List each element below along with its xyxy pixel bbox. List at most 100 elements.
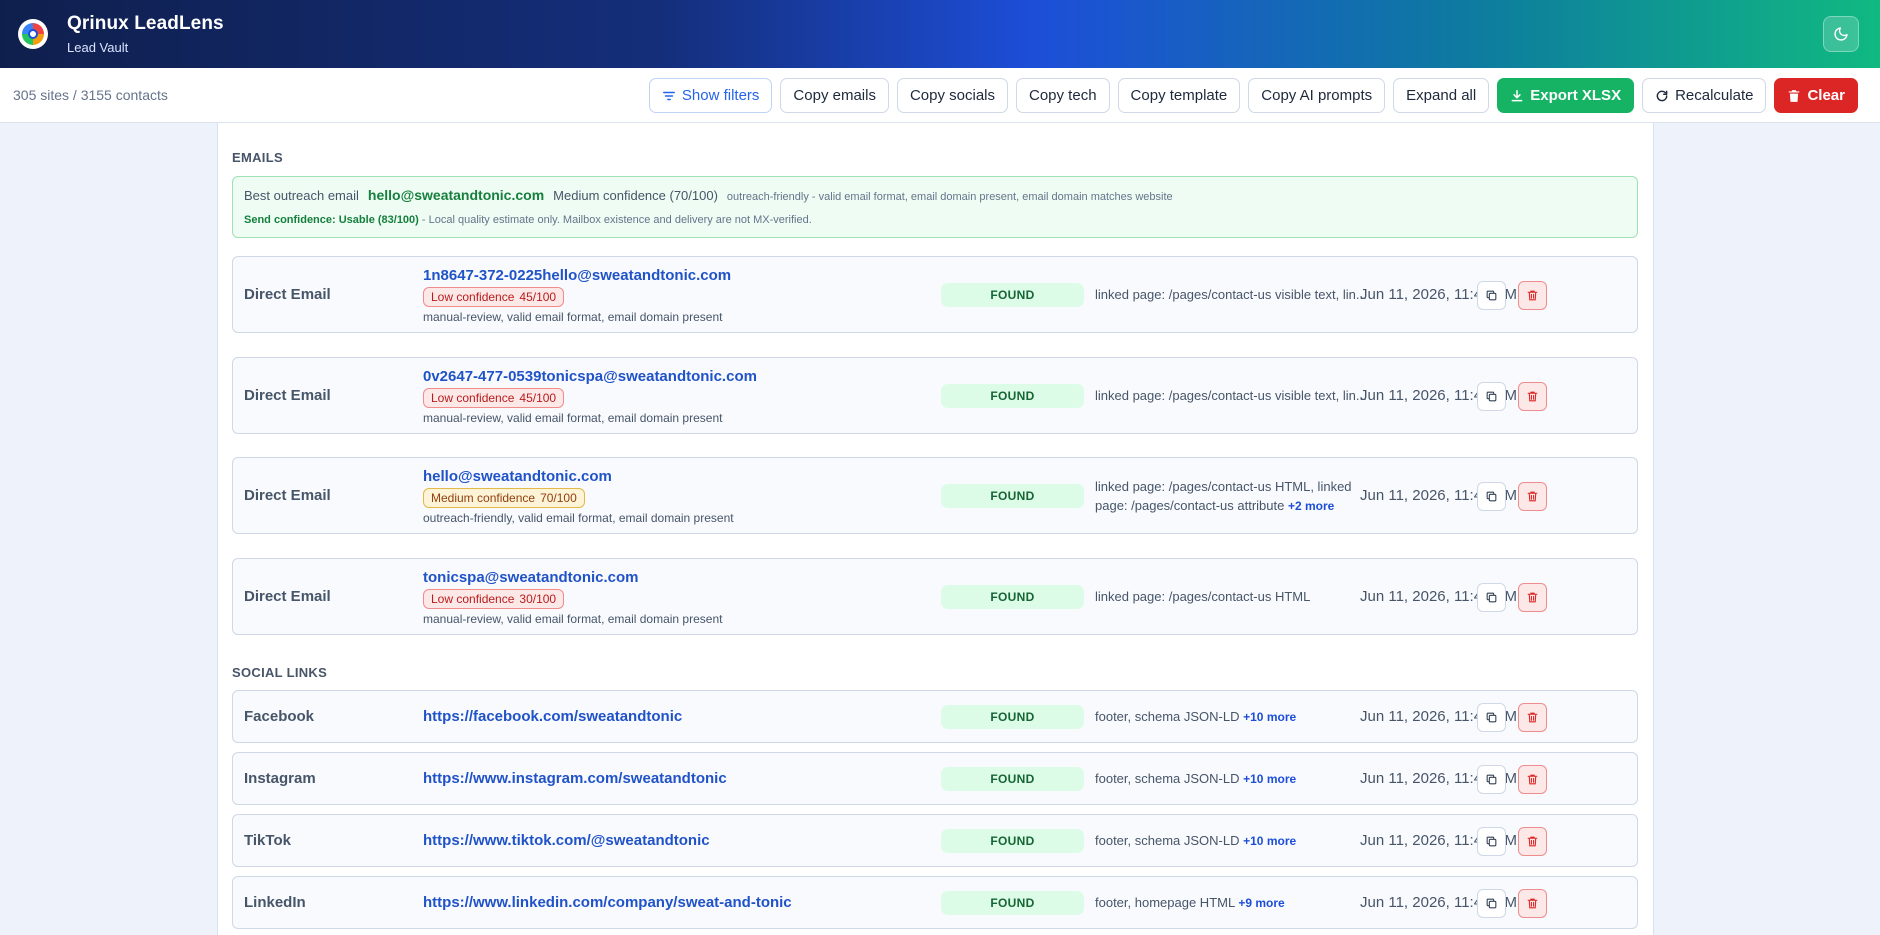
source-text: footer, schema JSON-LD +10 more xyxy=(1095,769,1367,789)
copy-icon xyxy=(1486,592,1497,603)
lead-detail-panel: EMAILS Best outreach email hello@sweatan… xyxy=(217,123,1654,935)
show-filters-button[interactable]: Show filters xyxy=(648,78,773,113)
export-xlsx-button[interactable]: Export XLSX xyxy=(1497,78,1635,113)
delete-button[interactable] xyxy=(1518,765,1547,794)
quality-reason: outreach-friendly, valid email format, e… xyxy=(423,511,734,525)
copy-icon xyxy=(1486,898,1497,909)
confidence-label: Low confidence xyxy=(431,592,515,606)
emails-section-title: EMAILS xyxy=(232,150,283,165)
confidence-badge: Medium confidence 70/100 xyxy=(423,488,585,508)
copy-tech-button[interactable]: Copy tech xyxy=(1016,78,1110,113)
source-detail: footer, schema JSON-LD xyxy=(1095,771,1240,786)
copy-button[interactable] xyxy=(1477,765,1506,794)
trash-icon xyxy=(1527,491,1538,502)
more-sources-link[interactable]: +10 more xyxy=(1243,772,1296,786)
status-badge: FOUND xyxy=(941,891,1084,915)
copy-ai-prompts-button[interactable]: Copy AI prompts xyxy=(1248,78,1386,113)
more-sources-link[interactable]: +2 more xyxy=(1288,499,1334,513)
copy-button[interactable] xyxy=(1477,482,1506,511)
contact-type: Instagram xyxy=(244,770,316,787)
quality-reason: manual-review, valid email format, email… xyxy=(423,612,723,626)
delete-button[interactable] xyxy=(1518,482,1547,511)
refresh-icon xyxy=(1656,90,1668,101)
trash-icon xyxy=(1527,290,1538,301)
copy-button[interactable] xyxy=(1477,382,1506,411)
confidence-label: Low confidence xyxy=(431,290,515,304)
source-detail: linked page: /pages/contact-us HTML xyxy=(1095,589,1311,604)
status-badge: FOUND xyxy=(941,705,1084,729)
copy-emails-button[interactable]: Copy emails xyxy=(780,78,889,113)
source-text: linked page: /pages/contact-us visible t… xyxy=(1095,285,1367,305)
recalculate-label: Recalculate xyxy=(1675,87,1754,104)
quality-reason: manual-review, valid email format, email… xyxy=(423,310,723,324)
social-link[interactable]: https://www.tiktok.com/@sweatandtonic xyxy=(423,832,710,849)
status-badge: FOUND xyxy=(941,767,1084,791)
social-link[interactable]: https://www.linkedin.com/company/sweat-a… xyxy=(423,894,792,911)
email-row: Direct Email hello@sweatandtonic.com Med… xyxy=(232,457,1638,534)
social-link[interactable]: https://www.instagram.com/sweatandtonic xyxy=(423,770,727,787)
status-badge: FOUND xyxy=(941,384,1084,408)
contact-type: TikTok xyxy=(244,832,291,849)
source-text: linked page: /pages/contact-us HTML xyxy=(1095,587,1367,607)
copy-button[interactable] xyxy=(1477,703,1506,732)
status-badge: FOUND xyxy=(941,484,1084,508)
social-row: TikTok https://www.tiktok.com/@sweatandt… xyxy=(232,814,1638,867)
delete-button[interactable] xyxy=(1518,583,1547,612)
social-link[interactable]: https://facebook.com/sweatandtonic xyxy=(423,708,682,725)
copy-icon xyxy=(1486,391,1497,402)
expand-all-button[interactable]: Expand all xyxy=(1393,78,1490,113)
confidence-badge: Low confidence 30/100 xyxy=(423,589,565,609)
app-header: Qrinux LeadLens Lead Vault xyxy=(0,0,1880,68)
delete-button[interactable] xyxy=(1518,827,1547,856)
copy-template-button[interactable]: Copy template xyxy=(1117,78,1241,113)
toolbar: 305 sites / 3155 contacts Show filters C… xyxy=(0,68,1880,123)
delete-button[interactable] xyxy=(1518,889,1547,918)
send-confidence: Send confidence: Usable (83/100) xyxy=(244,214,419,226)
delete-button[interactable] xyxy=(1518,281,1547,310)
email-row: Direct Email tonicspa@sweatandtonic.com … xyxy=(232,558,1638,635)
copy-button[interactable] xyxy=(1477,281,1506,310)
confidence-score: 30/100 xyxy=(519,592,557,606)
copy-button[interactable] xyxy=(1477,889,1506,918)
email-link[interactable]: hello@sweatandtonic.com xyxy=(423,468,612,485)
best-outreach-email[interactable]: hello@sweatandtonic.com xyxy=(368,187,544,203)
moon-icon xyxy=(1834,27,1848,41)
recalculate-button[interactable]: Recalculate xyxy=(1642,78,1767,113)
brand-name: Qrinux LeadLens xyxy=(67,13,224,34)
trash-icon xyxy=(1527,391,1538,402)
confidence-label: Low confidence xyxy=(431,391,515,405)
more-sources-link[interactable]: +10 more xyxy=(1243,710,1296,724)
send-confidence-note: - Local quality estimate only. Mailbox e… xyxy=(418,214,812,226)
source-text: linked page: /pages/contact-us visible t… xyxy=(1095,386,1367,406)
copy-icon xyxy=(1486,290,1497,301)
brand-subtitle: Lead Vault xyxy=(67,40,129,55)
source-detail: footer, schema JSON-LD xyxy=(1095,833,1240,848)
email-link[interactable]: 0v2647-477-0539tonicspa@sweatandtonic.co… xyxy=(423,368,757,385)
quality-reason: manual-review, valid email format, email… xyxy=(423,411,723,425)
more-sources-link[interactable]: +9 more xyxy=(1238,896,1284,910)
delete-button[interactable] xyxy=(1518,382,1547,411)
copy-socials-button[interactable]: Copy socials xyxy=(896,78,1008,113)
confidence-badge: Low confidence 45/100 xyxy=(423,388,565,408)
clear-button[interactable]: Clear xyxy=(1774,78,1858,113)
theme-toggle-button[interactable] xyxy=(1823,16,1859,52)
confidence-badge: Low confidence 45/100 xyxy=(423,287,565,307)
trash-icon xyxy=(1789,89,1800,102)
best-outreach-label: Best outreach email xyxy=(244,188,359,203)
more-sources-link[interactable]: +10 more xyxy=(1243,834,1296,848)
trash-icon xyxy=(1527,898,1538,909)
contact-type: Direct Email xyxy=(244,487,331,504)
copy-button[interactable] xyxy=(1477,827,1506,856)
source-detail: footer, homepage HTML xyxy=(1095,895,1235,910)
best-outreach-box: Best outreach email hello@sweatandtonic.… xyxy=(232,176,1638,238)
source-detail: linked page: /pages/contact-us visible t… xyxy=(1095,388,1367,403)
copy-button[interactable] xyxy=(1477,583,1506,612)
email-link[interactable]: tonicspa@sweatandtonic.com xyxy=(423,569,639,586)
delete-button[interactable] xyxy=(1518,703,1547,732)
confidence-score: 45/100 xyxy=(519,290,557,304)
best-outreach-confidence: Medium confidence (70/100) xyxy=(553,188,718,203)
app-logo xyxy=(18,19,48,49)
email-link[interactable]: 1n8647-372-0225hello@sweatandtonic.com xyxy=(423,267,731,284)
brand: Qrinux LeadLens Lead Vault xyxy=(67,13,224,55)
toolbar-actions: Show filters Copy emails Copy socials Co… xyxy=(648,78,1858,113)
